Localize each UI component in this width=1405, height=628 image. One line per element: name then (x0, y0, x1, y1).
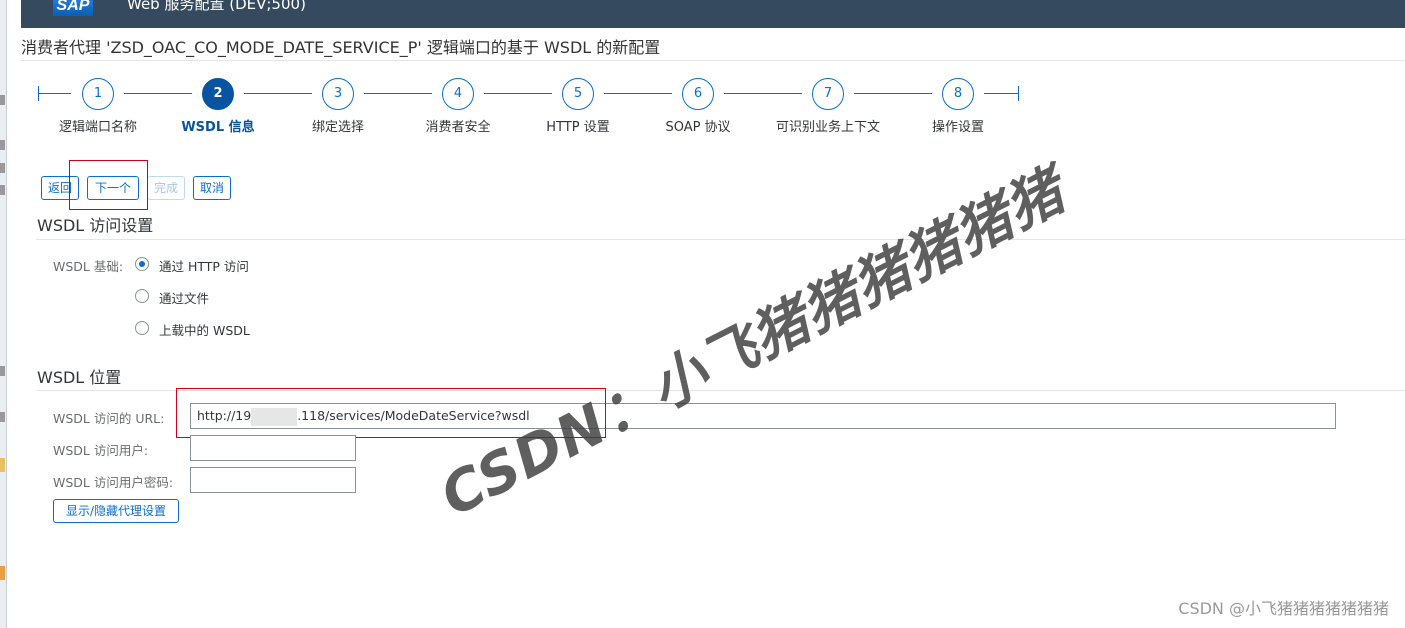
radio-uploaded-wsdl-label[interactable]: 上载中的 WSDL (159, 320, 250, 339)
radio-http-access-label[interactable]: 通过 HTTP 访问 (159, 256, 249, 275)
roadmap-connector (244, 93, 312, 94)
roadmap-end-cap (1018, 86, 1019, 101)
roadmap-step-label-8[interactable]: 操作设置 (893, 116, 1023, 135)
cancel-button[interactable]: 取消 (193, 176, 231, 200)
roadmap-step-label-3[interactable]: 绑定选择 (273, 116, 403, 135)
csdn-footer-watermark: CSDN @小飞猪猪猪猪猪猪猪 (1178, 599, 1389, 618)
background-window-mark (0, 95, 5, 105)
roadmap-step-5[interactable]: 5 (562, 78, 594, 110)
background-window-mark (0, 140, 5, 150)
wsdl-access-section-title: WSDL 访问设置 (37, 216, 154, 235)
roadmap-step-label-6[interactable]: SOAP 协议 (633, 116, 763, 135)
roadmap-step-4[interactable]: 4 (442, 78, 474, 110)
radio-file-access-label[interactable]: 通过文件 (159, 288, 209, 307)
roadmap-connector (854, 93, 932, 94)
roadmap-step-1[interactable]: 1 (82, 78, 114, 110)
roadmap-connector (124, 93, 192, 94)
page-title: 消费者代理 'ZSD_OAC_CO_MODE_DATE_SERVICE_P' 逻… (21, 38, 661, 57)
redacted-ip-segment (251, 407, 298, 426)
roadmap-connector (364, 93, 432, 94)
roadmap-connector (984, 93, 1018, 94)
shell-header: SAP Web 服务配置 (DEV;500) (21, 0, 1405, 28)
app-title: Web 服务配置 (DEV;500) (127, 0, 306, 13)
roadmap-connector (484, 93, 552, 94)
section-divider (36, 390, 1405, 391)
background-window-mark (0, 163, 5, 173)
background-window-edge (0, 0, 7, 628)
wsdl-url-prefix: http://19 (197, 408, 252, 423)
background-window-mark (0, 185, 5, 195)
wsdl-user-input[interactable] (190, 435, 356, 461)
wsdl-password-label: WSDL 访问用户密码: (53, 475, 174, 490)
background-window-mark (0, 366, 5, 376)
background-window-mark (0, 412, 5, 422)
finish-button: 完成 (147, 176, 185, 200)
next-button[interactable]: 下一个 (87, 176, 139, 200)
section-divider (36, 239, 1405, 240)
wsdl-url-label: WSDL 访问的 URL: (53, 411, 165, 426)
radio-file-access[interactable] (135, 289, 149, 303)
sap-logo: SAP (53, 0, 93, 16)
roadmap-connector (724, 93, 802, 94)
roadmap-step-label-2[interactable]: WSDL 信息 (153, 116, 283, 135)
title-divider (21, 60, 1405, 61)
roadmap-step-2[interactable]: 2 (202, 78, 234, 110)
wsdl-location-section-title: WSDL 位置 (37, 368, 122, 387)
back-button[interactable]: 返回 (41, 176, 79, 200)
wsdl-url-input[interactable]: http://19 .118/services/ModeDateService?w… (190, 403, 1336, 429)
wsdl-password-input[interactable] (190, 467, 356, 493)
roadmap-step-label-4[interactable]: 消费者安全 (393, 116, 523, 135)
radio-http-access[interactable] (135, 257, 149, 271)
roadmap-step-3[interactable]: 3 (322, 78, 354, 110)
background-window-mark (0, 458, 5, 472)
toggle-proxy-settings-button[interactable]: 显示/隐藏代理设置 (53, 499, 179, 523)
roadmap-step-6[interactable]: 6 (682, 78, 714, 110)
wsdl-user-label: WSDL 访问用户: (53, 443, 149, 458)
radio-uploaded-wsdl[interactable] (135, 321, 149, 335)
roadmap-step-label-1[interactable]: 逻辑端口名称 (33, 116, 163, 135)
roadmap-step-7[interactable]: 7 (812, 78, 844, 110)
background-window-mark (0, 566, 5, 580)
wsdl-url-suffix: .118/services/ModeDateService?wsdl (297, 408, 530, 423)
roadmap-step-8[interactable]: 8 (942, 78, 974, 110)
roadmap-step-label-5[interactable]: HTTP 设置 (513, 116, 643, 135)
csdn-watermark: CSDN：小飞猪猪猪猪猪猪 (430, 158, 1076, 530)
roadmap-connector (38, 93, 71, 94)
roadmap-connector (604, 93, 672, 94)
wsdl-basis-label: WSDL 基础: (53, 259, 124, 274)
roadmap-step-label-7[interactable]: 可识别业务上下文 (763, 116, 893, 135)
